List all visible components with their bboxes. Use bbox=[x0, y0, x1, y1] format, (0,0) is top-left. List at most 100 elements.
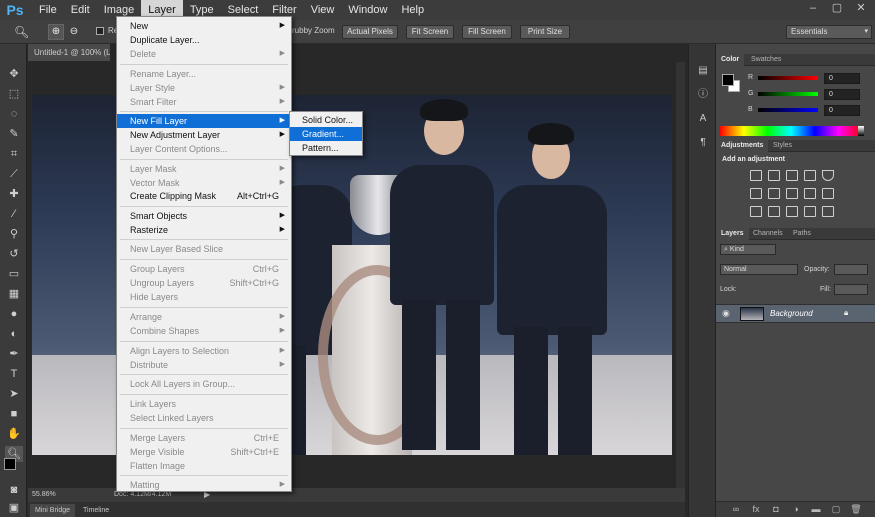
layer-style-icon[interactable]: fx bbox=[750, 504, 762, 515]
add-mask-icon[interactable]: ◘ bbox=[770, 504, 782, 515]
menu-item-solid-color[interactable]: Solid Color... bbox=[290, 113, 362, 127]
fit-screen-button[interactable]: Fit Screen bbox=[406, 25, 454, 39]
color-balance-icon[interactable] bbox=[768, 188, 780, 199]
menu-item-layer-mask[interactable]: Layer Mask ▶ bbox=[117, 162, 291, 176]
trash-icon[interactable]: 🗑︎ bbox=[850, 504, 862, 515]
curves-icon[interactable] bbox=[786, 170, 798, 181]
photo-filter-icon[interactable] bbox=[804, 188, 816, 199]
menu-item-create-clipping-mask[interactable]: Create Clipping Mask Alt+Ctrl+G bbox=[117, 189, 291, 203]
posterize-icon[interactable] bbox=[768, 206, 780, 217]
exposure-icon[interactable] bbox=[804, 170, 816, 181]
red-value-input[interactable]: 0 bbox=[824, 73, 860, 84]
new-layer-icon[interactable]: ▢ bbox=[830, 504, 842, 515]
menu-item-rename-layer[interactable]: Rename Layer... bbox=[117, 67, 291, 81]
crop-tool-icon[interactable]: ⌗ bbox=[5, 146, 23, 162]
tab-timeline[interactable]: Timeline bbox=[78, 504, 114, 517]
menu-item-vector-mask[interactable]: Vector Mask ▶ bbox=[117, 176, 291, 190]
brightness-contrast-icon[interactable] bbox=[750, 170, 762, 181]
blend-mode-select[interactable]: Normal bbox=[720, 264, 798, 275]
blue-value-input[interactable]: 0 bbox=[824, 105, 860, 116]
workspace-select[interactable]: Essentials ▾ bbox=[786, 25, 872, 39]
eraser-tool-icon[interactable]: ▭ bbox=[5, 266, 23, 282]
zoom-out-icon[interactable]: ⊖ bbox=[66, 24, 82, 40]
menu-item-hide-layers[interactable]: Hide Layers bbox=[117, 290, 291, 304]
menu-item-smart-filter[interactable]: Smart Filter ▶ bbox=[117, 95, 291, 109]
tab-paths[interactable]: Paths bbox=[788, 228, 816, 240]
black-white-icon[interactable] bbox=[786, 188, 798, 199]
menu-item-align-layers[interactable]: Align Layers to Selection ▶ bbox=[117, 344, 291, 358]
green-slider[interactable] bbox=[758, 92, 818, 96]
menu-item-layer-content-options[interactable]: Layer Content Options... bbox=[117, 142, 291, 156]
gradient-tool-icon[interactable]: ▦ bbox=[5, 286, 23, 302]
green-value-input[interactable]: 0 bbox=[824, 89, 860, 100]
menu-item-combine-shapes[interactable]: Combine Shapes ▶ bbox=[117, 324, 291, 338]
layer-filter-select[interactable]: ⌕ Kind bbox=[720, 244, 776, 255]
vibrance-icon[interactable] bbox=[822, 170, 834, 181]
menu-item-duplicate-layer[interactable]: Duplicate Layer... bbox=[117, 33, 291, 47]
menu-item-new-fill-layer[interactable]: New Fill Layer ▶ bbox=[117, 114, 291, 128]
paragraph-panel-icon[interactable]: ¶ bbox=[695, 136, 711, 150]
minimize-button[interactable]: – bbox=[802, 0, 824, 16]
marquee-tool-icon[interactable]: ⬚ bbox=[5, 86, 23, 102]
healing-brush-icon[interactable]: ✚ bbox=[5, 186, 23, 202]
blue-slider[interactable] bbox=[758, 108, 818, 112]
tab-color[interactable]: Color bbox=[716, 54, 745, 66]
new-fill-adjustment-icon[interactable]: ◑ bbox=[790, 504, 802, 515]
menu-item-arrange[interactable]: Arrange ▶ bbox=[117, 310, 291, 324]
brush-tool-icon[interactable]: ⁄ bbox=[5, 206, 23, 222]
tab-styles[interactable]: Styles bbox=[768, 140, 797, 152]
menu-view[interactable]: View bbox=[304, 0, 342, 20]
quick-select-tool-icon[interactable]: ✎ bbox=[5, 126, 23, 142]
zoom-tool-preset-icon[interactable]: 🔍︎ bbox=[14, 24, 30, 40]
move-tool-icon[interactable]: ✥ bbox=[5, 66, 23, 82]
menu-item-new-layer-based-slice[interactable]: New Layer Based Slice bbox=[117, 242, 291, 256]
hue-saturation-icon[interactable] bbox=[750, 188, 762, 199]
menu-item-group-layers[interactable]: Group Layers Ctrl+G bbox=[117, 262, 291, 276]
menu-item-flatten-image[interactable]: Flatten Image bbox=[117, 459, 291, 473]
eye-icon[interactable]: ◉ bbox=[722, 308, 730, 319]
selective-color-icon[interactable] bbox=[822, 206, 834, 217]
close-button[interactable]: ✕ bbox=[850, 0, 872, 16]
eyedropper-tool-icon[interactable]: ⟋ bbox=[5, 166, 23, 182]
menu-item-ungroup-layers[interactable]: Ungroup Layers Shift+Ctrl+G bbox=[117, 276, 291, 290]
layer-name[interactable]: Background bbox=[770, 309, 813, 318]
red-slider[interactable] bbox=[758, 76, 818, 80]
vertical-scrollbar[interactable] bbox=[676, 62, 685, 488]
color-spectrum-bar[interactable] bbox=[720, 126, 862, 136]
lasso-tool-icon[interactable]: ◌ bbox=[5, 106, 23, 122]
opacity-input[interactable] bbox=[834, 264, 868, 275]
dodge-tool-icon[interactable]: ◐ bbox=[5, 326, 23, 342]
tab-layers[interactable]: Layers bbox=[716, 228, 749, 240]
levels-icon[interactable] bbox=[768, 170, 780, 181]
tab-adjustments[interactable]: Adjustments bbox=[716, 140, 769, 152]
actual-pixels-button[interactable]: Actual Pixels bbox=[342, 25, 398, 39]
invert-icon[interactable] bbox=[750, 206, 762, 217]
menu-item-merge-layers[interactable]: Merge Layers Ctrl+E bbox=[117, 431, 291, 445]
menu-help[interactable]: Help bbox=[394, 0, 431, 20]
menu-item-lock-all-layers[interactable]: Lock All Layers in Group... bbox=[117, 377, 291, 391]
menu-item-select-linked-layers[interactable]: Select Linked Layers bbox=[117, 411, 291, 425]
restore-button[interactable]: ▢ bbox=[826, 0, 848, 16]
foreground-color-swatch[interactable] bbox=[4, 458, 16, 470]
properties-panel-icon[interactable]: ⓘ bbox=[695, 88, 711, 102]
clone-stamp-icon[interactable]: ⚲ bbox=[5, 226, 23, 242]
fill-screen-button[interactable]: Fill Screen bbox=[462, 25, 512, 39]
fill-input[interactable] bbox=[834, 284, 868, 295]
layer-row[interactable]: ◉ Background 🔒︎ bbox=[716, 304, 875, 323]
menu-item-new[interactable]: New ▶ bbox=[117, 19, 291, 33]
threshold-icon[interactable] bbox=[786, 206, 798, 217]
menu-item-rasterize[interactable]: Rasterize ▶ bbox=[117, 223, 291, 237]
rectangle-tool-icon[interactable]: ■ bbox=[5, 406, 23, 422]
print-size-button[interactable]: Print Size bbox=[520, 25, 570, 39]
menu-file[interactable]: File bbox=[32, 0, 64, 20]
zoom-level[interactable]: 55.86% bbox=[32, 488, 56, 502]
menu-item-distribute[interactable]: Distribute ▶ bbox=[117, 358, 291, 372]
menu-edit[interactable]: Edit bbox=[64, 0, 97, 20]
menu-item-gradient[interactable]: Gradient... bbox=[290, 127, 362, 141]
menu-item-matting[interactable]: Matting ▶ bbox=[117, 478, 291, 492]
tab-channels[interactable]: Channels bbox=[748, 228, 788, 240]
menu-item-new-adjustment-layer[interactable]: New Adjustment Layer ▶ bbox=[117, 128, 291, 142]
character-panel-icon[interactable]: A bbox=[695, 112, 711, 126]
menu-item-smart-objects[interactable]: Smart Objects ▶ bbox=[117, 209, 291, 223]
menu-window[interactable]: Window bbox=[341, 0, 394, 20]
